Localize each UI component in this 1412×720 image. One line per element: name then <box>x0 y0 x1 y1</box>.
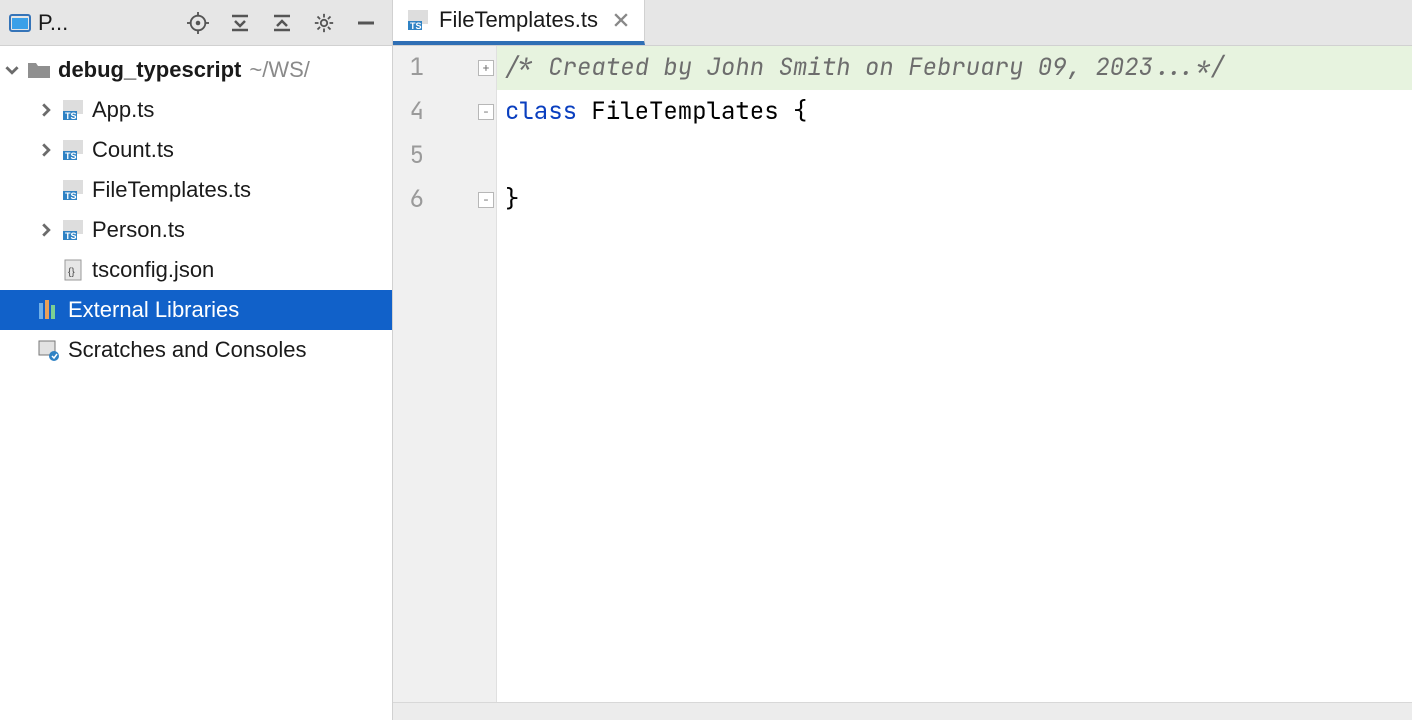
code-line[interactable]: /* Created by John Smith on February 09,… <box>497 46 1412 90</box>
external-libraries-label: External Libraries <box>68 297 239 323</box>
editor-gutter: 1 + 4 − 5 6 − <box>393 46 497 702</box>
chevron-down-icon[interactable] <box>0 58 24 82</box>
fold-expand-icon[interactable]: + <box>478 60 494 76</box>
tree-file-label: App.ts <box>92 97 154 123</box>
line-number: 6 − <box>393 178 496 222</box>
editor-tab-bar: TS FileTemplates.ts <box>393 0 1412 46</box>
editor-area: TS FileTemplates.ts 1 + 4 − 5 6 − <box>393 0 1412 720</box>
ts-file-icon: TS <box>405 7 431 33</box>
tree-file-label: Person.ts <box>92 217 185 243</box>
code-content[interactable]: /* Created by John Smith on February 09,… <box>497 46 1412 702</box>
tree-file-label: tsconfig.json <box>92 257 214 283</box>
project-tool-icon <box>8 13 32 33</box>
chevron-right-icon[interactable] <box>34 98 58 122</box>
tree-file-count[interactable]: TS Count.ts <box>0 130 392 170</box>
chevron-placeholder <box>34 178 58 202</box>
status-bar <box>393 702 1412 720</box>
scratches-label: Scratches and Consoles <box>68 337 306 363</box>
svg-text:TS: TS <box>410 21 422 31</box>
fold-collapse-icon[interactable]: − <box>478 104 494 120</box>
ts-file-icon: TS <box>60 97 86 123</box>
svg-text:TS: TS <box>65 191 77 201</box>
tree-file-tsconfig[interactable]: {} tsconfig.json <box>0 250 392 290</box>
settings-icon[interactable] <box>306 5 342 41</box>
json-file-icon: {} <box>60 257 86 283</box>
code-text: } <box>505 178 519 222</box>
tree-file-label: FileTemplates.ts <box>92 177 251 203</box>
svg-text:{}: {} <box>68 267 75 278</box>
libraries-icon <box>36 297 62 323</box>
ts-file-icon: TS <box>60 137 86 163</box>
ts-file-icon: TS <box>60 217 86 243</box>
code-line[interactable]: class FileTemplates { <box>497 90 1412 134</box>
code-line[interactable] <box>497 134 1412 178</box>
tab-label: FileTemplates.ts <box>439 7 598 33</box>
project-tool-title[interactable]: P... <box>38 10 68 36</box>
hide-icon[interactable] <box>348 5 384 41</box>
tree-external-libraries[interactable]: External Libraries <box>0 290 392 330</box>
tree-file-person[interactable]: TS Person.ts <box>0 210 392 250</box>
line-number: 5 <box>393 134 496 178</box>
ts-file-icon: TS <box>60 177 86 203</box>
project-tree: debug_typescript ~/WS/ TS App.ts TS <box>0 46 392 720</box>
locate-icon[interactable] <box>180 5 216 41</box>
collapse-all-icon[interactable] <box>264 5 300 41</box>
tree-file-label: Count.ts <box>92 137 174 163</box>
line-number: 4 − <box>393 90 496 134</box>
project-sidebar: P... <box>0 0 393 720</box>
chevron-right-icon[interactable] <box>34 138 58 162</box>
chevron-right-icon[interactable] <box>34 218 58 242</box>
svg-text:TS: TS <box>65 111 77 121</box>
project-path: ~/WS/ <box>249 57 310 83</box>
expand-all-icon[interactable] <box>222 5 258 41</box>
project-toolbar: P... <box>0 0 392 46</box>
code-line[interactable]: } <box>497 178 1412 222</box>
fold-end-icon[interactable]: − <box>478 192 494 208</box>
code-editor[interactable]: 1 + 4 − 5 6 − /* Created by John Smith o… <box>393 46 1412 702</box>
chevron-placeholder <box>34 258 58 282</box>
tree-scratches[interactable]: Scratches and Consoles <box>0 330 392 370</box>
tree-file-app[interactable]: TS App.ts <box>0 90 392 130</box>
line-number: 1 + <box>393 46 496 90</box>
close-icon[interactable] <box>612 11 630 29</box>
scratches-icon <box>36 337 62 363</box>
tree-project-root[interactable]: debug_typescript ~/WS/ <box>0 50 392 90</box>
keyword: class <box>505 90 577 134</box>
tree-file-filetemplates[interactable]: TS FileTemplates.ts <box>0 170 392 210</box>
editor-tab-filetemplates[interactable]: TS FileTemplates.ts <box>393 0 645 45</box>
comment-text: /* Created by John Smith on February 09,… <box>505 46 1225 90</box>
folder-icon <box>26 57 52 83</box>
code-text: FileTemplates { <box>577 90 807 134</box>
project-name: debug_typescript <box>58 57 241 83</box>
svg-text:TS: TS <box>65 151 77 161</box>
svg-text:TS: TS <box>65 231 77 241</box>
